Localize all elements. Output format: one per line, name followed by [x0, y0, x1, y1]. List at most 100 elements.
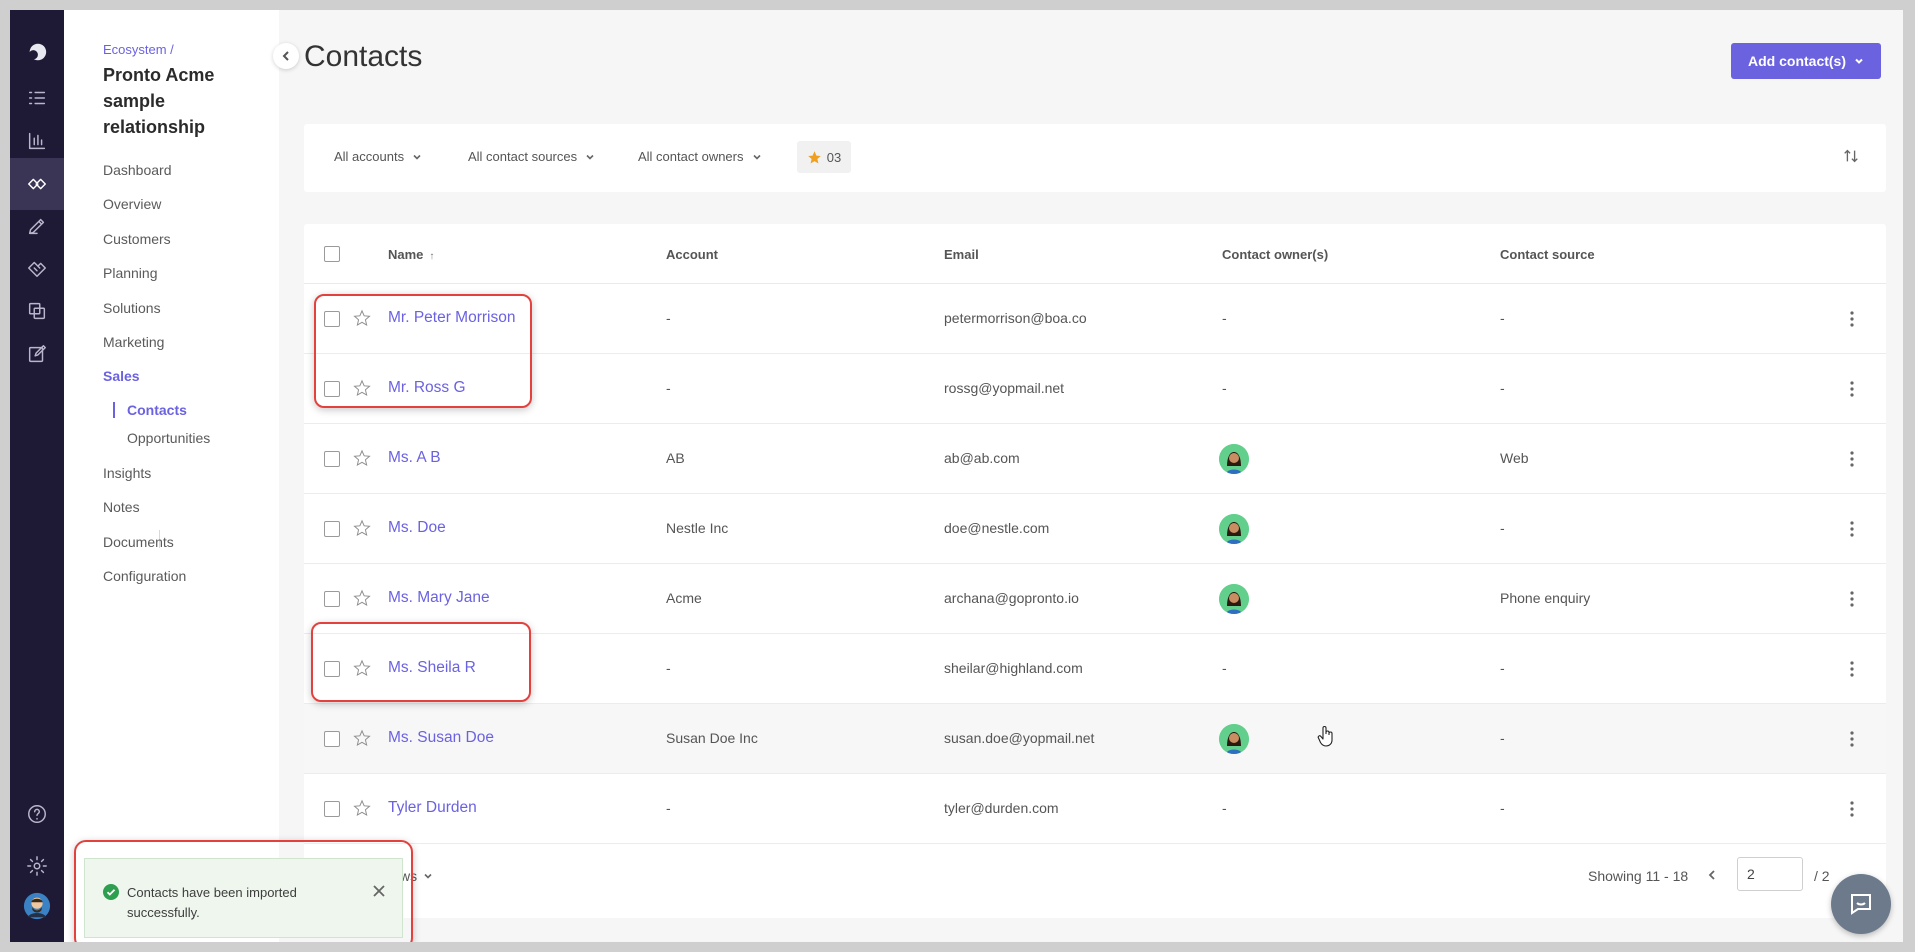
add-contacts-button[interactable]: Add contact(s) — [1731, 43, 1881, 79]
help-icon[interactable] — [10, 788, 64, 840]
table-row[interactable]: Mr. Peter Morrison - petermorrison@boa.co -… — [304, 284, 1886, 354]
column-header-email[interactable]: Email — [944, 247, 979, 262]
star-icon[interactable] — [353, 659, 373, 679]
star-icon[interactable] — [353, 519, 373, 539]
cell-account: Nestle Inc — [666, 520, 729, 536]
cell-email: tyler@durden.com — [944, 800, 1059, 816]
page-title: Contacts — [304, 40, 423, 73]
edit-icon[interactable] — [10, 328, 64, 380]
row-checkbox[interactable] — [324, 731, 340, 747]
owners-filter-label: All contact owners — [638, 149, 744, 164]
column-header-account[interactable]: Account — [666, 247, 718, 262]
page-total: / 2 — [1814, 868, 1830, 884]
cell-account: AB — [666, 450, 685, 466]
nav-documents[interactable]: Documents — [103, 534, 174, 550]
table-footer: ws Showing 11 - 18 / 2 — [304, 844, 1886, 904]
contact-name-link[interactable]: Mr. Peter Morrison — [388, 309, 515, 327]
table-row[interactable]: Ms. Mary Jane Acme archana@gopronto.io Phon… — [304, 564, 1886, 634]
cell-source: - — [1500, 730, 1505, 746]
row-menu-icon[interactable] — [1849, 590, 1855, 608]
row-checkbox[interactable] — [324, 661, 340, 677]
star-icon[interactable] — [353, 799, 373, 819]
app-window: Ecosystem / Pronto Acme sample relations… — [10, 10, 1903, 942]
contact-name-link[interactable]: Ms. A B — [388, 449, 441, 467]
row-menu-icon[interactable] — [1849, 520, 1855, 538]
column-header-name[interactable]: Name ↑ — [388, 247, 434, 262]
contact-name-link[interactable]: Tyler Durden — [388, 799, 477, 817]
sort-button[interactable] — [1842, 147, 1862, 167]
favorites-filter[interactable]: 03 — [797, 141, 851, 173]
nav-overview[interactable]: Overview — [103, 196, 161, 212]
star-filled-icon — [808, 150, 821, 163]
page-number-input[interactable] — [1737, 857, 1803, 891]
row-menu-icon[interactable] — [1849, 380, 1855, 398]
toast-message: Contacts have been imported successfully… — [127, 885, 297, 920]
accounts-filter[interactable]: All accounts — [334, 149, 422, 164]
table-row[interactable]: Tyler Durden - tyler@durden.com - - — [304, 774, 1886, 844]
row-checkbox[interactable] — [324, 591, 340, 607]
cell-email: sheilar@highland.com — [944, 660, 1083, 676]
nav-contacts[interactable]: Contacts — [113, 402, 187, 418]
star-icon[interactable] — [353, 729, 373, 749]
row-menu-icon[interactable] — [1849, 310, 1855, 328]
success-toast: Contacts have been imported successfully… — [84, 858, 403, 938]
column-header-source[interactable]: Contact source — [1500, 247, 1595, 262]
nav-insights[interactable]: Insights — [103, 465, 151, 481]
star-icon[interactable] — [353, 379, 373, 399]
row-menu-icon[interactable] — [1849, 730, 1855, 748]
star-icon[interactable] — [353, 589, 373, 609]
table-row[interactable]: Ms. Susan Doe Susan Doe Inc susan.doe@yopm… — [304, 704, 1886, 774]
nav-dashboard[interactable]: Dashboard — [103, 162, 172, 178]
collapse-sidebar-button[interactable] — [273, 43, 299, 69]
contact-name-link[interactable]: Ms. Susan Doe — [388, 729, 494, 747]
star-icon[interactable] — [353, 449, 373, 469]
contact-name-link[interactable]: Ms. Mary Jane — [388, 589, 490, 607]
owner-avatar-icon[interactable] — [1219, 514, 1249, 544]
nav-planning[interactable]: Planning — [103, 265, 158, 281]
row-menu-icon[interactable] — [1849, 660, 1855, 678]
column-header-owner[interactable]: Contact owner(s) — [1222, 247, 1328, 262]
row-checkbox[interactable] — [324, 311, 340, 327]
logo-icon[interactable] — [10, 26, 64, 78]
previous-page-button[interactable] — [1706, 868, 1722, 884]
nav-configuration[interactable]: Configuration — [103, 568, 186, 584]
user-avatar-icon[interactable] — [10, 880, 64, 932]
cell-account: - — [666, 800, 671, 816]
row-menu-icon[interactable] — [1849, 800, 1855, 818]
row-checkbox[interactable] — [324, 801, 340, 817]
row-menu-icon[interactable] — [1849, 450, 1855, 468]
cell-owner: - — [1222, 800, 1227, 816]
contact-name-link[interactable]: Ms. Doe — [388, 519, 446, 537]
table-row[interactable]: Ms. Sheila R - sheilar@highland.com - - — [304, 634, 1886, 704]
nav-sales[interactable]: Sales — [103, 368, 140, 384]
nav-opportunities[interactable]: Opportunities — [115, 430, 210, 446]
nav-solutions[interactable]: Solutions — [103, 300, 161, 316]
check-circle-icon — [103, 884, 119, 900]
table-row[interactable]: Mr. Ross G - rossg@yopmail.net - - — [304, 354, 1886, 424]
select-all-checkbox[interactable] — [324, 246, 340, 262]
owner-avatar-icon[interactable] — [1219, 444, 1249, 474]
owners-filter[interactable]: All contact owners — [638, 149, 762, 164]
nav-notes[interactable]: Notes — [103, 499, 140, 515]
row-checkbox[interactable] — [324, 521, 340, 537]
cell-source: - — [1500, 660, 1505, 676]
rows-per-page-select[interactable]: ws — [400, 868, 433, 884]
contact-name-link[interactable]: Mr. Ross G — [388, 379, 466, 397]
sources-filter[interactable]: All contact sources — [468, 149, 595, 164]
nav-marketing[interactable]: Marketing — [103, 334, 164, 350]
sort-icon — [1844, 149, 1858, 163]
table-row[interactable]: Ms. Doe Nestle Inc doe@nestle.com - — [304, 494, 1886, 564]
chat-icon — [1851, 894, 1871, 915]
contact-name-link[interactable]: Ms. Sheila R — [388, 659, 476, 677]
breadcrumb[interactable]: Ecosystem / — [103, 42, 174, 57]
row-checkbox[interactable] — [324, 451, 340, 467]
row-checkbox[interactable] — [324, 381, 340, 397]
nav-customers[interactable]: Customers — [103, 231, 171, 247]
owner-avatar-icon[interactable] — [1219, 584, 1249, 614]
pagination-summary: Showing 11 - 18 — [1588, 868, 1689, 884]
star-icon[interactable] — [353, 309, 373, 329]
chat-launcher-button[interactable] — [1831, 874, 1891, 934]
close-toast-button[interactable] — [372, 884, 386, 898]
table-row[interactable]: Ms. A B AB ab@ab.com Web — [304, 424, 1886, 494]
owner-avatar-icon[interactable] — [1219, 724, 1249, 754]
